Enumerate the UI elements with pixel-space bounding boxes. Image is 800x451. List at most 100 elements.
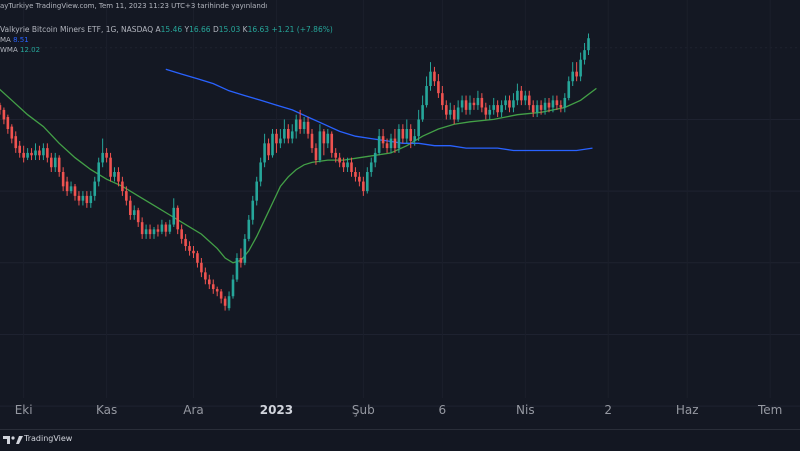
candle[interactable]: [196, 250, 199, 268]
candle[interactable]: [452, 105, 456, 125]
candle[interactable]: [180, 224, 183, 244]
candle[interactable]: [132, 205, 136, 220]
candle[interactable]: [275, 129, 278, 153]
candle[interactable]: [263, 133, 266, 168]
candle[interactable]: [287, 124, 290, 144]
candle[interactable]: [441, 86, 444, 110]
candle[interactable]: [129, 195, 132, 220]
candle[interactable]: [512, 93, 515, 113]
candle[interactable]: [366, 167, 369, 194]
candle[interactable]: [219, 289, 223, 304]
candle[interactable]: [188, 241, 191, 256]
candle[interactable]: [527, 90, 531, 110]
candle[interactable]: [535, 100, 539, 118]
candle[interactable]: [326, 129, 330, 149]
candle[interactable]: [184, 234, 187, 251]
candle[interactable]: [101, 138, 104, 168]
candle[interactable]: [468, 95, 472, 115]
candle[interactable]: [456, 100, 460, 122]
candle[interactable]: [93, 176, 97, 201]
candle[interactable]: [247, 215, 251, 242]
candle[interactable]: [401, 124, 405, 144]
candle[interactable]: [508, 95, 511, 113]
candle[interactable]: [377, 129, 381, 156]
candle[interactable]: [223, 296, 227, 311]
ma-legend[interactable]: MA 8.51: [0, 36, 29, 45]
candle[interactable]: [555, 95, 559, 110]
candle[interactable]: [405, 119, 409, 144]
candle[interactable]: [362, 176, 365, 196]
candle[interactable]: [267, 138, 270, 161]
candle[interactable]: [140, 217, 144, 239]
candle[interactable]: [109, 152, 112, 182]
candle[interactable]: [583, 43, 586, 65]
candle[interactable]: [437, 74, 440, 98]
candle[interactable]: [81, 191, 85, 206]
candle[interactable]: [571, 62, 574, 86]
candle[interactable]: [255, 176, 258, 206]
candle[interactable]: [172, 198, 176, 227]
candle[interactable]: [381, 129, 385, 149]
candle[interactable]: [294, 114, 298, 139]
candle[interactable]: [227, 291, 231, 311]
candle[interactable]: [97, 157, 100, 187]
candle[interactable]: [575, 62, 578, 82]
candle[interactable]: [38, 145, 41, 161]
candle[interactable]: [460, 95, 464, 113]
candle[interactable]: [322, 129, 326, 156]
candle[interactable]: [121, 176, 124, 196]
candle[interactable]: [559, 100, 563, 113]
candle[interactable]: [50, 152, 53, 172]
candle[interactable]: [433, 66, 436, 86]
candle[interactable]: [492, 97, 495, 115]
candle[interactable]: [464, 95, 468, 115]
candle[interactable]: [369, 157, 373, 177]
candle[interactable]: [144, 224, 148, 239]
candle[interactable]: [156, 224, 160, 237]
candle[interactable]: [524, 90, 527, 106]
candle[interactable]: [30, 148, 33, 161]
candle[interactable]: [283, 119, 286, 144]
candle[interactable]: [417, 109, 420, 141]
candle[interactable]: [239, 248, 243, 268]
candle[interactable]: [14, 131, 18, 153]
candle[interactable]: [152, 226, 156, 239]
candle[interactable]: [61, 167, 65, 192]
candle[interactable]: [85, 191, 89, 208]
tradingview-brand[interactable]: TradingView: [24, 434, 72, 443]
candle[interactable]: [113, 167, 116, 182]
candle[interactable]: [480, 93, 484, 113]
candle[interactable]: [350, 157, 353, 177]
candle[interactable]: [251, 195, 255, 225]
candle[interactable]: [338, 152, 341, 168]
candle[interactable]: [429, 62, 432, 91]
candle[interactable]: [53, 152, 57, 172]
candle[interactable]: [57, 155, 61, 177]
candle[interactable]: [531, 100, 535, 118]
candle[interactable]: [567, 76, 571, 101]
candles[interactable]: [0, 33, 590, 311]
tradingview-logo-icon[interactable]: [2, 435, 24, 445]
candle[interactable]: [271, 129, 274, 158]
candle[interactable]: [393, 129, 397, 153]
candle[interactable]: [520, 86, 523, 106]
candle[interactable]: [176, 205, 179, 235]
candle[interactable]: [484, 102, 488, 120]
candle[interactable]: [279, 129, 282, 149]
candle[interactable]: [10, 124, 14, 144]
candle[interactable]: [2, 107, 6, 125]
candle[interactable]: [389, 133, 393, 153]
candle[interactable]: [42, 143, 45, 161]
candle[interactable]: [496, 100, 499, 118]
candle[interactable]: [476, 90, 480, 110]
candle[interactable]: [421, 95, 424, 122]
candle[interactable]: [425, 76, 428, 108]
candle[interactable]: [164, 222, 168, 237]
candle[interactable]: [243, 234, 247, 266]
candle[interactable]: [200, 258, 203, 278]
candle[interactable]: [136, 207, 140, 227]
candle[interactable]: [18, 140, 21, 158]
candle[interactable]: [211, 279, 215, 294]
candle[interactable]: [77, 191, 81, 206]
candle[interactable]: [306, 117, 310, 139]
